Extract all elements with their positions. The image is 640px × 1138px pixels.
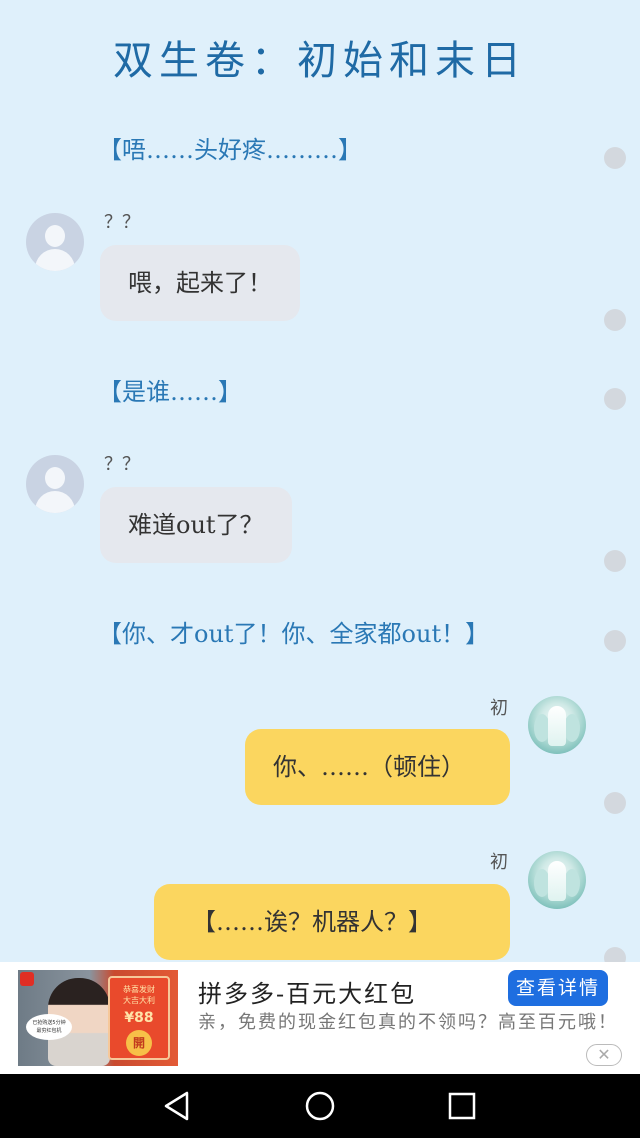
side-indicator-dot [604, 388, 626, 410]
avatar-body-shape [35, 491, 75, 513]
speaker-name: ？？ [104, 454, 140, 475]
chat-bubble[interactable]: 喂，起来了！ [100, 245, 300, 321]
avatar-art-shape [548, 861, 566, 901]
card-open-icon: 開 [126, 1030, 152, 1056]
side-indicator-dot [604, 550, 626, 572]
navigation-bar [0, 1074, 640, 1138]
card-line: 大吉大利 [123, 996, 155, 1005]
narration-line: 【是谁……】 [98, 378, 242, 406]
avatar-body-shape [35, 249, 75, 271]
avatar[interactable] [528, 851, 586, 909]
brand-badge-icon [20, 972, 34, 986]
side-indicator-dot [604, 630, 626, 652]
red-envelope-card: 恭喜发财 大吉大利 ¥88 開 [108, 976, 170, 1060]
chat-bubble[interactable]: 你、……（顿住） [245, 729, 510, 805]
card-line: 恭喜发财 [123, 985, 155, 994]
avatar-head-shape [45, 225, 65, 247]
narration-line: 【唔……头好疼………】 [98, 136, 362, 164]
ad-title[interactable]: 拼多多-百元大红包 [198, 974, 416, 1009]
ad-speech-line: 已抢购送5分钟 [32, 1020, 66, 1026]
chat-bubble[interactable]: 难道out了？ [100, 487, 292, 563]
recent-square-icon[interactable] [444, 1088, 480, 1124]
card-amount: ¥88 [124, 1010, 154, 1026]
avatar[interactable] [26, 213, 84, 271]
avatar-art-shape [548, 706, 566, 746]
ad-details-button[interactable]: 查看详情 [508, 970, 608, 1006]
back-triangle-icon[interactable] [160, 1088, 196, 1124]
home-circle-icon[interactable] [302, 1088, 338, 1124]
narration-line: 【你、才out了！你、全家都out！】 [98, 620, 490, 648]
side-indicator-dot [604, 309, 626, 331]
ad-close-icon[interactable]: ✕ [586, 1044, 622, 1066]
ad-banner[interactable]: 已抢购送5分钟 最穷红包机 恭喜发财 大吉大利 ¥88 開 拼多多-百元大红包 … [0, 962, 640, 1074]
side-indicator-dot [604, 147, 626, 169]
speaker-name: ？？ [104, 212, 140, 233]
speaker-name: 初 [490, 852, 508, 873]
speaker-name: 初 [490, 698, 508, 719]
avatar-art-shape [564, 714, 580, 742]
ad-speech-bubble: 已抢购送5分钟 最穷红包机 [26, 1014, 72, 1040]
ad-image[interactable]: 已抢购送5分钟 最穷红包机 恭喜发财 大吉大利 ¥88 開 [18, 970, 178, 1066]
side-indicator-dot [604, 792, 626, 814]
ad-speech-line: 最穷红包机 [36, 1028, 62, 1034]
avatar-art-shape [564, 869, 580, 897]
avatar[interactable] [528, 696, 586, 754]
ad-description: 亲，免费的现金红包真的不领吗？高至百元哦！ [198, 1012, 618, 1033]
avatar[interactable] [26, 455, 84, 513]
avatar-head-shape [45, 467, 65, 489]
story-title: 双生卷：初始和末日 [113, 38, 527, 84]
chat-bubble[interactable]: 【……诶？机器人？】 [154, 884, 510, 960]
